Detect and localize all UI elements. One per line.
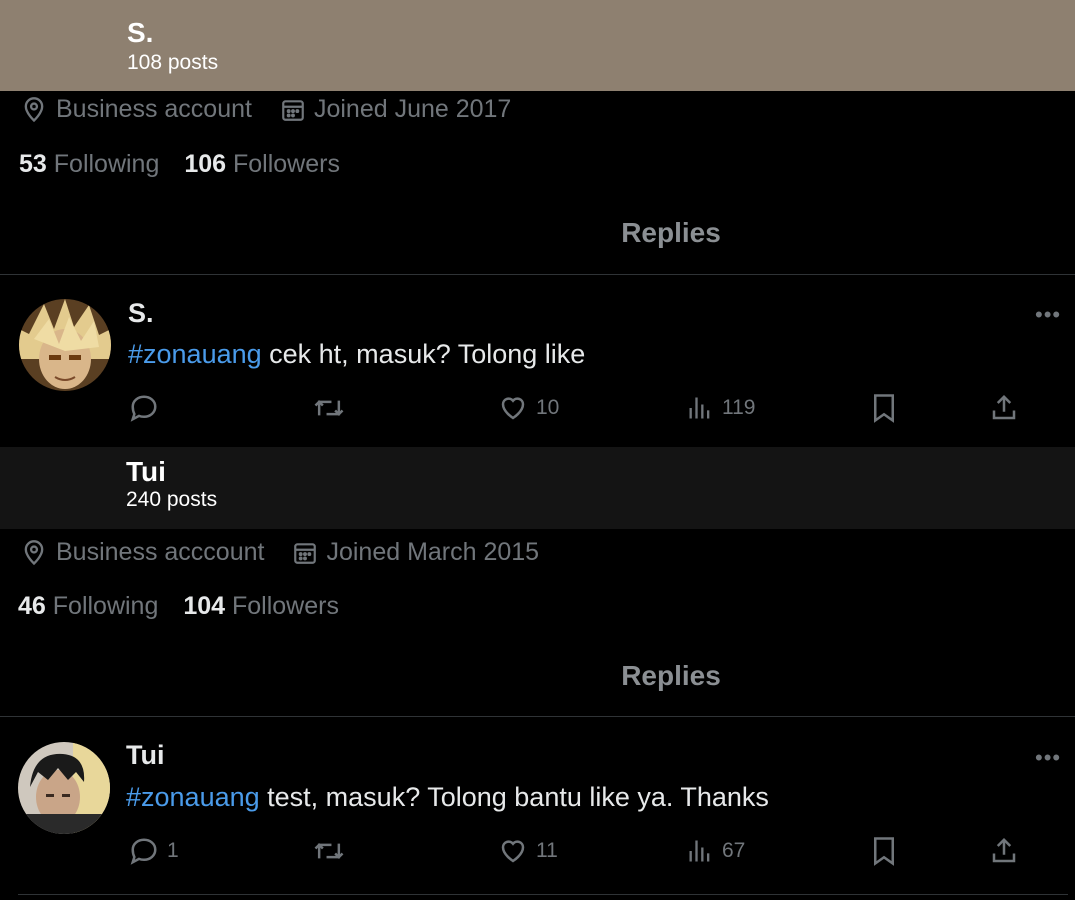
more-icon[interactable]: •••	[1035, 302, 1061, 328]
calendar-icon	[294, 542, 317, 564]
avatar[interactable]	[18, 742, 110, 834]
profile-category-label: Business account	[56, 95, 252, 123]
retweet-icon	[314, 400, 344, 416]
profile-joined: Joined March 2015	[292, 538, 539, 567]
hashtag-link[interactable]: #zonauang	[128, 339, 262, 369]
profile-name: S.	[127, 17, 154, 48]
reply-button[interactable]	[129, 393, 167, 423]
views-button[interactable]: 67	[686, 836, 745, 866]
following-count: 53	[19, 150, 47, 178]
profile-meta: Business account Joined June 2017	[20, 95, 539, 124]
retweet-button[interactable]	[313, 393, 345, 423]
tab-replies[interactable]: Replies	[0, 217, 1075, 249]
followers-link[interactable]: 106 Followers	[184, 150, 340, 178]
followers-label: Followers	[232, 592, 339, 620]
views-icon	[689, 840, 710, 862]
follow-stats: 53 Following 106 Followers	[19, 150, 340, 179]
profile-header: S. 108 posts	[0, 0, 1075, 91]
profile-joined-label: Joined March 2015	[326, 538, 540, 566]
following-label: Following	[53, 150, 160, 178]
divider	[0, 274, 1075, 275]
divider	[0, 716, 1075, 717]
avatar[interactable]	[19, 299, 111, 391]
share-icon	[992, 837, 1016, 863]
profile-joined-label: Joined June 2017	[313, 95, 512, 123]
like-count: 10	[536, 396, 560, 419]
profile-header: Tui 240 posts	[0, 447, 1075, 529]
calendar-icon	[282, 99, 304, 121]
followers-count: 106	[184, 150, 227, 178]
profile-post-count: 240 posts	[126, 488, 218, 511]
bookmark-button[interactable]	[871, 836, 897, 866]
location-icon	[24, 96, 44, 122]
reply-icon	[130, 395, 157, 422]
bookmark-icon	[874, 394, 894, 423]
bookmark-icon	[874, 837, 894, 866]
following-link[interactable]: 46 Following	[18, 592, 158, 620]
following-label: Following	[52, 592, 159, 620]
post-body: test, masuk? Tolong bantu like ya. Thank…	[259, 782, 769, 812]
like-button[interactable]: 11	[498, 836, 558, 866]
like-button[interactable]: 10	[498, 393, 559, 423]
avatar-image	[18, 742, 110, 834]
location-icon	[24, 539, 44, 565]
more-icon[interactable]: •••	[1035, 745, 1061, 771]
views-icon	[689, 397, 710, 419]
share-button[interactable]	[989, 836, 1019, 866]
share-icon	[992, 394, 1016, 420]
like-count: 11	[536, 839, 558, 862]
like-icon	[501, 840, 525, 863]
post-author[interactable]: S.	[128, 298, 154, 329]
tab-replies[interactable]: Replies	[0, 660, 1075, 692]
following-count: 46	[18, 592, 46, 620]
hashtag-link[interactable]: #zonauang	[126, 782, 260, 812]
divider	[18, 894, 1068, 895]
share-button[interactable]	[989, 393, 1019, 423]
views-count: 67	[722, 839, 746, 862]
profile-category-label: Business acccount	[56, 538, 265, 566]
post-body: cek ht, masuk? Tolong like	[261, 339, 586, 369]
bookmark-button[interactable]	[871, 393, 897, 423]
followers-count: 104	[183, 592, 226, 620]
profile-joined: Joined June 2017	[280, 95, 511, 124]
avatar-image	[19, 299, 111, 391]
followers-label: Followers	[233, 150, 340, 178]
followers-link[interactable]: 104 Followers	[183, 592, 339, 620]
like-icon	[501, 397, 525, 420]
profile-meta: Business acccount Joined March 2015	[20, 538, 567, 567]
profile-category: Business account	[20, 95, 252, 124]
reply-icon	[130, 838, 157, 865]
post-author[interactable]: Tui	[126, 740, 164, 771]
retweet-button[interactable]	[313, 836, 345, 866]
retweet-icon	[314, 843, 344, 859]
reply-button[interactable]: 1	[129, 836, 179, 866]
post-text: #zonauang cek ht, masuk? Tolong like	[128, 339, 585, 370]
post-text: #zonauang test, masuk? Tolong bantu like…	[126, 782, 769, 813]
follow-stats: 46 Following 104 Followers	[18, 592, 339, 621]
views-button[interactable]: 119	[686, 393, 755, 423]
profile-name: Tui	[126, 456, 166, 487]
views-count: 119	[722, 396, 756, 419]
profile-post-count: 108 posts	[127, 51, 219, 74]
reply-count: 1	[167, 839, 179, 862]
following-link[interactable]: 53 Following	[19, 150, 159, 178]
profile-category: Business acccount	[20, 538, 264, 567]
